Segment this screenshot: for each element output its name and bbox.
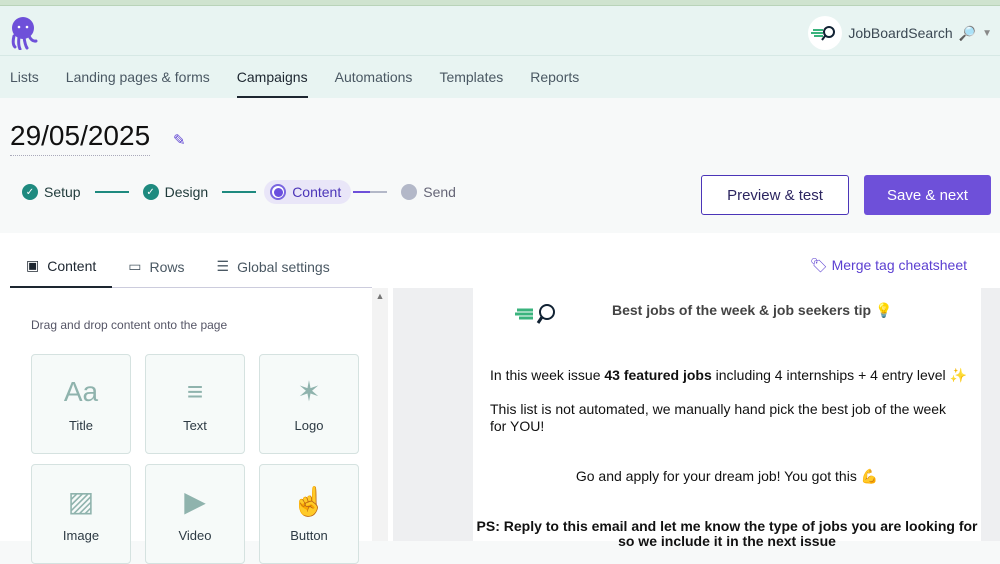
step-label: Setup (44, 184, 81, 200)
content-icon: ▣ (26, 257, 40, 273)
account-menu[interactable]: JobBoardSearch 🔎 ▼ (808, 16, 992, 50)
pending-step-icon (401, 184, 418, 200)
tab-rows[interactable]: ▭ Rows (112, 245, 200, 288)
nav-lists[interactable]: Lists (10, 56, 39, 98)
main-nav: Lists Landing pages & forms Campaigns Au… (0, 56, 1000, 98)
current-step-icon (270, 184, 287, 200)
block-label: Title (68, 417, 94, 433)
chevron-down-icon: ▼ (982, 27, 992, 39)
editor-tabs: ▣ Content ▭ Rows ☰ Global settings (10, 245, 372, 288)
email-paragraph: This list is not automated, we manually … (490, 401, 947, 434)
scroll-up-icon[interactable]: ▲ (372, 291, 388, 301)
check-icon: ✓ (142, 184, 159, 200)
play-icon: ▶ (184, 485, 206, 517)
nav-reports[interactable]: Reports (530, 56, 579, 98)
campaign-title[interactable]: 29/05/2025 (10, 120, 151, 156)
content-blocks: Aa Title ≡ Text ✶ Logo ▨ Image ▶ Video ☝ Butto… (31, 354, 359, 564)
sliders-icon: ☰ (216, 258, 230, 274)
text: including 4 internships + 4 entry level … (711, 367, 967, 383)
nav-automations[interactable]: Automations (335, 56, 413, 98)
block-title[interactable]: Aa Title (31, 354, 131, 454)
account-name: JobBoardSearch (848, 25, 953, 41)
block-label: Image (62, 527, 100, 543)
block-label: Button (290, 527, 328, 543)
save-next-button[interactable]: Save & next (864, 175, 991, 215)
block-label: Logo (294, 417, 324, 433)
step-connector (94, 191, 129, 193)
step-label: Send (423, 184, 456, 200)
block-button[interactable]: ☝ Button (259, 464, 359, 564)
tab-content[interactable]: ▣ Content (10, 245, 113, 288)
block-video[interactable]: ▶ Video (145, 464, 245, 564)
search-emoji-icon: 🔎 (958, 24, 977, 41)
step-label: Design (164, 184, 209, 200)
starfish-icon: ✶ (297, 375, 321, 407)
tab-label: Global settings (237, 258, 330, 275)
check-icon: ✓ (22, 184, 38, 200)
step-connector (222, 191, 257, 193)
step-label: Content (292, 184, 342, 200)
nav-templates[interactable]: Templates (439, 56, 503, 98)
title-icon: Aa (63, 375, 99, 407)
jobboardsearch-logo (515, 302, 559, 329)
email-ps: PS: Reply to this email and let me know … (476, 518, 978, 549)
rows-icon: ▭ (128, 258, 142, 274)
image-icon: ▨ (67, 485, 95, 517)
tag-icon: 🏷 (809, 257, 828, 273)
block-label: Video (178, 527, 212, 543)
avatar (808, 16, 843, 50)
merge-tag-label: Merge tag cheatsheet (831, 257, 967, 273)
app-header: JobBoardSearch 🔎 ▼ (0, 6, 1000, 56)
block-image[interactable]: ▨ Image (31, 464, 131, 564)
text: In this week issue (490, 367, 605, 383)
nav-campaigns[interactable]: Campaigns (236, 56, 308, 98)
email-preview[interactable]: Best jobs of the week & job seekers tip … (473, 288, 981, 549)
step-content[interactable]: Content (264, 180, 352, 204)
step-connector (353, 191, 388, 193)
step-setup[interactable]: ✓ Setup (16, 180, 87, 204)
button-click-icon: ☝ (291, 485, 327, 517)
text-icon: ≡ (186, 375, 204, 407)
sidebar-scrollbar[interactable]: ▲ (372, 288, 388, 541)
octopus-logo-icon[interactable] (10, 16, 38, 55)
email-cta-text: Go and apply for your dream job! You got… (575, 468, 879, 484)
step-design[interactable]: ✓ Design (137, 180, 215, 204)
nav-landing-pages[interactable]: Landing pages & forms (66, 56, 210, 98)
tab-label: Content (47, 257, 97, 274)
block-label: Text (183, 417, 207, 433)
email-intro: In this week issue 43 featured jobs incl… (490, 367, 967, 384)
stepper: ✓ Setup ✓ Design Content Send (16, 180, 462, 204)
drag-hint: Drag and drop content onto the page (31, 318, 228, 332)
featured-count: 43 featured jobs (604, 367, 712, 383)
block-text[interactable]: ≡ Text (145, 354, 245, 454)
email-heading: Best jobs of the week & job seekers tip … (612, 302, 893, 318)
tab-label: Rows (149, 258, 185, 275)
preview-test-button[interactable]: Preview & test (701, 175, 849, 215)
step-send[interactable]: Send (395, 180, 462, 204)
merge-tag-link[interactable]: 🏷 Merge tag cheatsheet (810, 257, 967, 274)
tab-global-settings[interactable]: ☰ Global settings (201, 245, 346, 288)
block-logo[interactable]: ✶ Logo (259, 354, 359, 454)
edit-icon[interactable]: ✎ (173, 131, 186, 149)
